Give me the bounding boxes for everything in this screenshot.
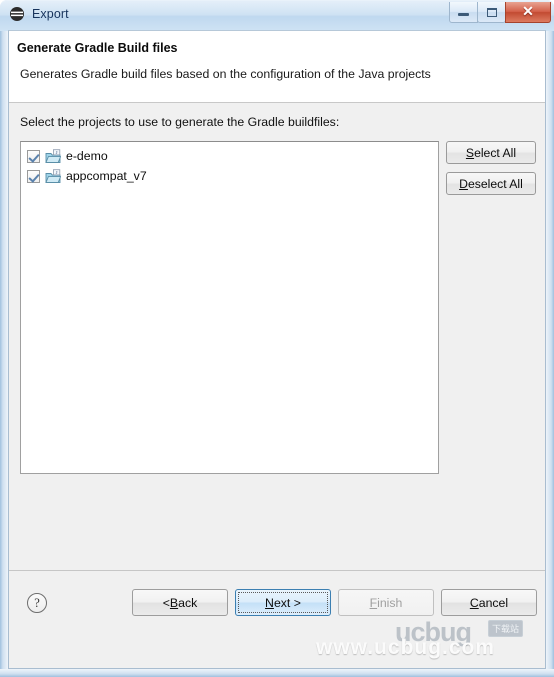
help-button[interactable]: ?: [27, 593, 47, 613]
minimize-button[interactable]: [449, 2, 478, 23]
title-bar-left: Export: [9, 6, 69, 22]
close-button[interactable]: ✕: [505, 2, 551, 23]
maximize-button[interactable]: [477, 2, 506, 23]
list-item[interactable]: J e-demo: [21, 146, 438, 166]
finish-button: Finish: [338, 589, 434, 616]
cancel-mnemonic: C: [469, 595, 479, 610]
instruction-mnemonic: g: [175, 115, 183, 129]
next-button[interactable]: Next >: [235, 589, 331, 616]
wizard-footer: ? < Back Next > Finish Cancel: [9, 571, 545, 641]
dialog-client-area: Generate Gradle Build files Generates Gr…: [8, 30, 546, 669]
list-item[interactable]: J appcompat_v7: [21, 166, 438, 186]
eclipse-export-icon: [9, 6, 25, 22]
next-mnemonic: N: [265, 595, 274, 610]
back-prefix: <: [162, 595, 170, 610]
project-label: appcompat_v7: [66, 169, 147, 183]
deselect-all-mnemonic: D: [459, 176, 468, 191]
title-bar[interactable]: Export ✕: [0, 0, 554, 31]
deselect-all-label: eselect All: [467, 176, 523, 191]
select-all-button[interactable]: Select All: [446, 141, 536, 164]
close-icon: ✕: [522, 4, 534, 20]
window-title: Export: [32, 7, 69, 21]
java-project-icon: J: [45, 148, 62, 164]
back-mnemonic: B: [169, 595, 179, 610]
project-label: e-demo: [66, 149, 108, 163]
page-title: Generate Gradle Build files: [17, 41, 178, 55]
list-action-buttons: Select All Deselect All: [446, 141, 536, 195]
svg-text:J: J: [56, 150, 58, 155]
finish-label: inish: [377, 595, 403, 610]
java-project-icon: J: [45, 168, 62, 184]
deselect-all-button[interactable]: Deselect All: [446, 172, 536, 195]
svg-text:J: J: [56, 170, 58, 175]
cancel-label: ancel: [478, 595, 509, 610]
back-label: ack: [178, 595, 198, 610]
navigation-buttons: < Back Next > Finish Cancel: [132, 589, 537, 616]
maximize-icon: [486, 7, 497, 17]
cancel-button[interactable]: Cancel: [441, 589, 537, 616]
instruction-text-before: Select the projects to use to: [20, 115, 176, 129]
window-frame-bottom: [0, 669, 554, 677]
finish-mnemonic: F: [369, 595, 378, 610]
project-checkbox[interactable]: [27, 169, 40, 183]
projects-list[interactable]: J e-demo J appcompat_v7: [20, 141, 439, 474]
wizard-header: Generate Gradle Build files Generates Gr…: [9, 31, 545, 103]
wizard-body: Select the projects to use to generate t…: [9, 104, 545, 668]
project-checkbox[interactable]: [27, 149, 40, 163]
select-all-label: elect All: [474, 145, 517, 160]
select-all-mnemonic: S: [465, 145, 475, 160]
window-frame-left: [0, 30, 8, 677]
next-label: ext >: [273, 595, 301, 610]
window-frame-right: [546, 30, 554, 677]
back-button[interactable]: < Back: [132, 589, 228, 616]
window-controls: ✕: [449, 2, 551, 24]
minimize-icon: [458, 13, 469, 16]
instruction-text-after: enerate the Gradle buildfiles:: [182, 115, 340, 129]
question-mark-icon: ?: [34, 595, 40, 610]
instruction-label: Select the projects to use to generate t…: [20, 115, 339, 129]
export-dialog-window: Export ✕ Generate Gradle Build files Gen…: [0, 0, 554, 677]
page-description: Generates Gradle build files based on th…: [20, 67, 431, 81]
